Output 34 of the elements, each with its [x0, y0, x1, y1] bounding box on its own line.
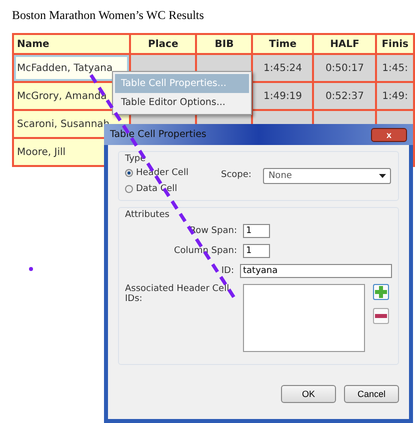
table-cell: 0:52:37	[313, 82, 376, 110]
input-field[interactable]: tatyana	[240, 264, 392, 278]
add-button[interactable]	[373, 284, 389, 300]
table-cell: 1:45:24	[252, 54, 314, 82]
column-header: BIB	[196, 34, 252, 54]
caret-icon	[379, 174, 386, 178]
field-label: ID:	[220, 266, 235, 276]
field-label: Associated Header Cell IDs:	[125, 284, 230, 304]
table-cell: 1:45:	[376, 54, 414, 82]
dialog-button[interactable]: OK	[281, 385, 336, 403]
radio-option[interactable]: Data Cell	[125, 184, 209, 194]
column-header: HALF	[313, 34, 376, 54]
plus-icon	[375, 286, 387, 298]
radio-option[interactable]: Header Cell	[125, 168, 209, 178]
dialog-button[interactable]: Cancel	[344, 385, 399, 403]
table-cell: 1:49:19	[252, 82, 314, 110]
column-header: Finis	[376, 34, 414, 54]
remove-button[interactable]	[373, 308, 389, 324]
scope-dropdown[interactable]: None	[263, 168, 392, 184]
column-header: Name	[13, 34, 130, 54]
close-button[interactable]: x	[371, 128, 407, 142]
field-label: Column Span:	[172, 246, 238, 256]
dot-icon	[29, 267, 33, 271]
table-cell: 0:50:17	[313, 54, 376, 82]
group-label: Attributes	[125, 210, 170, 220]
table-cell: 1:49:	[376, 82, 414, 110]
list-box[interactable]	[243, 284, 365, 352]
input-field[interactable]: 1	[243, 224, 270, 238]
input-field[interactable]: 1	[243, 244, 270, 258]
minus-icon	[375, 314, 387, 318]
column-header: Place	[130, 34, 196, 54]
scope-label: Scope:	[221, 170, 252, 180]
document-title: Boston Marathon Women’s WC Results	[11, 7, 205, 24]
column-header: Time	[252, 34, 314, 54]
